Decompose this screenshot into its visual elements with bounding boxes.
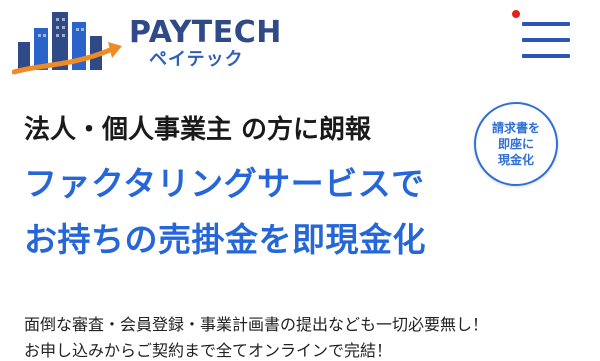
city-buildings-logo-icon <box>12 12 122 75</box>
description-line2: お申し込みからご契約まで全てオンラインで完結！ <box>24 341 393 360</box>
hero-subtitle: 法人・個人事業主 の方に朗報 <box>24 115 372 145</box>
site-header: PAYTECH ペイテック <box>0 0 600 88</box>
instant-cash-badge: 請求書を 即座に 現金化 <box>474 102 558 186</box>
menu-bar-middle <box>522 38 570 42</box>
page: PAYTECH ペイテック 法人・個人事業主 の方に朗報 ファクタリングサービス… <box>0 0 600 361</box>
description-line1: 面倒な審査・会員登録・事業計画書の提出なども一切必要無し！ <box>24 315 489 334</box>
menu-bar-bottom <box>522 54 570 58</box>
hamburger-menu-button[interactable] <box>512 10 574 66</box>
brand-name-en: PAYTECH <box>129 15 282 50</box>
hero-title-line1: ファクタリングサービスで <box>24 164 425 203</box>
brand-name-ja: ペイテック <box>149 49 244 70</box>
menu-bar-top <box>522 22 570 26</box>
badge-text: 請求書を 即座に 現金化 <box>491 121 540 167</box>
hero-title-line2: お持ちの売掛金を即現金化 <box>24 220 426 259</box>
paytech-logo[interactable]: PAYTECH ペイテック <box>12 6 302 80</box>
notification-dot-icon <box>512 10 520 18</box>
